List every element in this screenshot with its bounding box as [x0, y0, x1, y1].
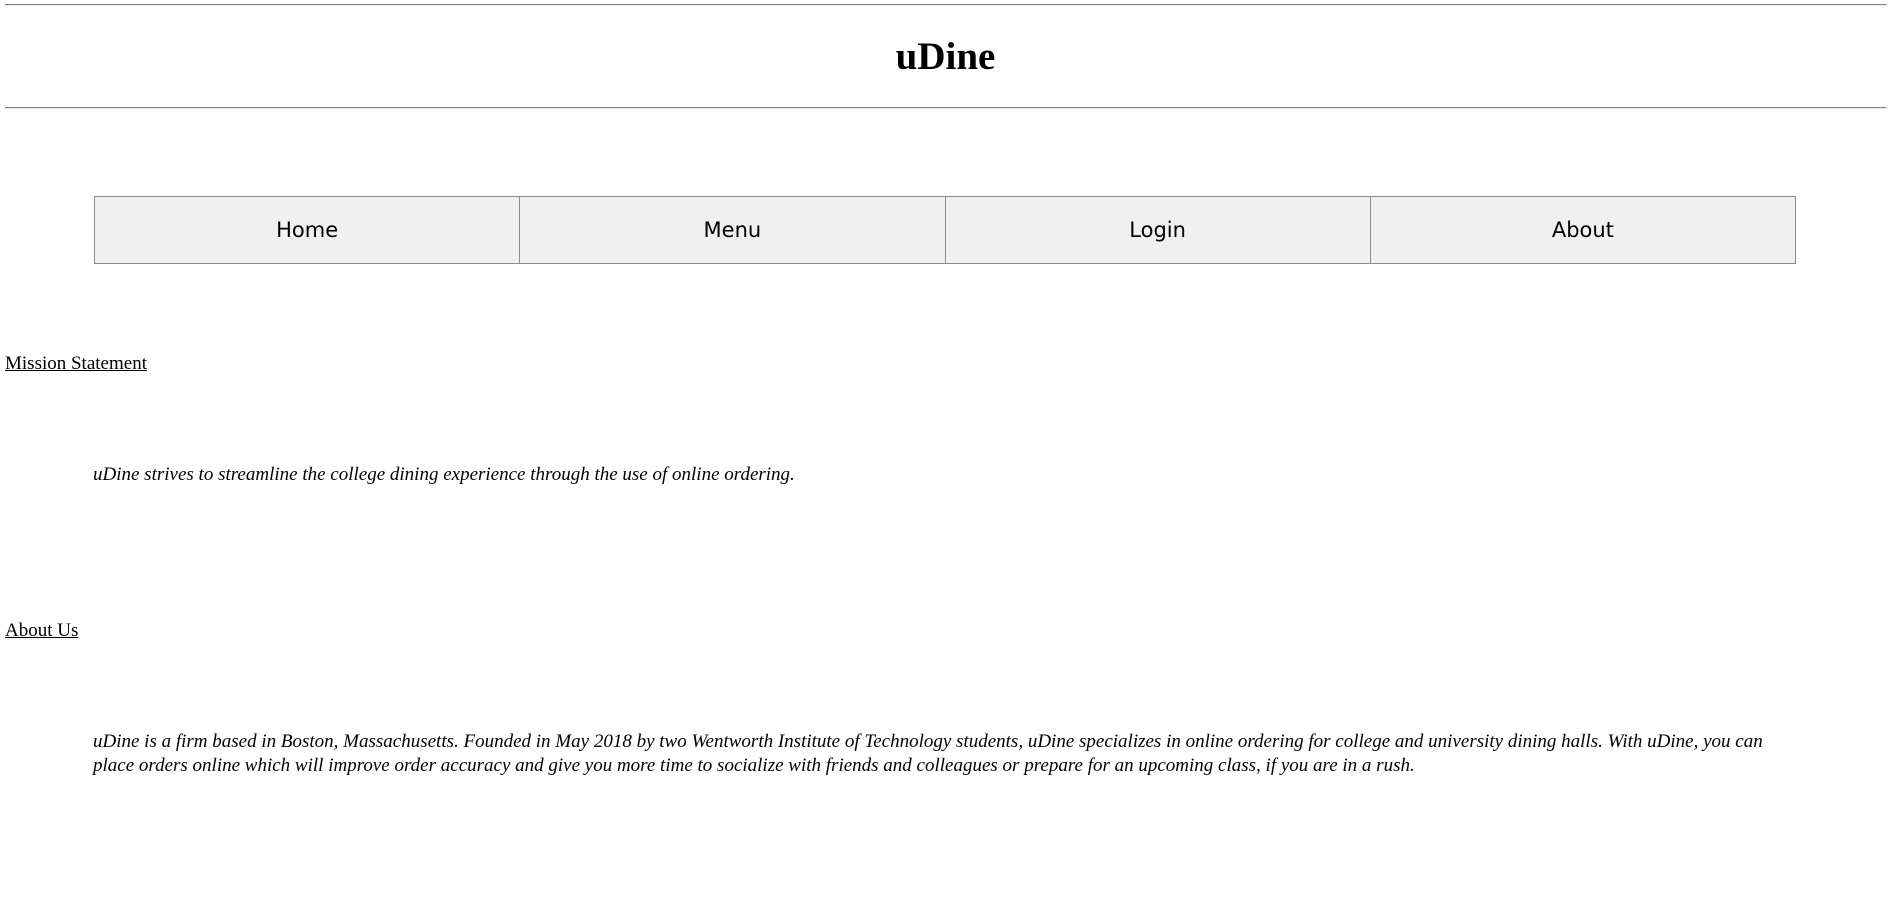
main-navigation: Home Menu Login About [94, 196, 1796, 264]
header-bottom-divider [5, 107, 1887, 109]
nav-menu-button[interactable]: Menu [519, 196, 946, 264]
about-us-text: uDine is a firm based in Boston, Massach… [93, 731, 1763, 776]
nav-login-button[interactable]: Login [944, 196, 1371, 264]
header-top-divider [5, 4, 1887, 6]
site-title: uDine [895, 35, 996, 78]
mission-statement-heading: Mission Statement [5, 353, 147, 374]
mission-statement-text: uDine strives to streamline the college … [93, 464, 795, 485]
nav-about-button[interactable]: About [1369, 196, 1796, 264]
about-us-heading: About Us [5, 620, 79, 641]
nav-home-button[interactable]: Home [94, 196, 521, 264]
